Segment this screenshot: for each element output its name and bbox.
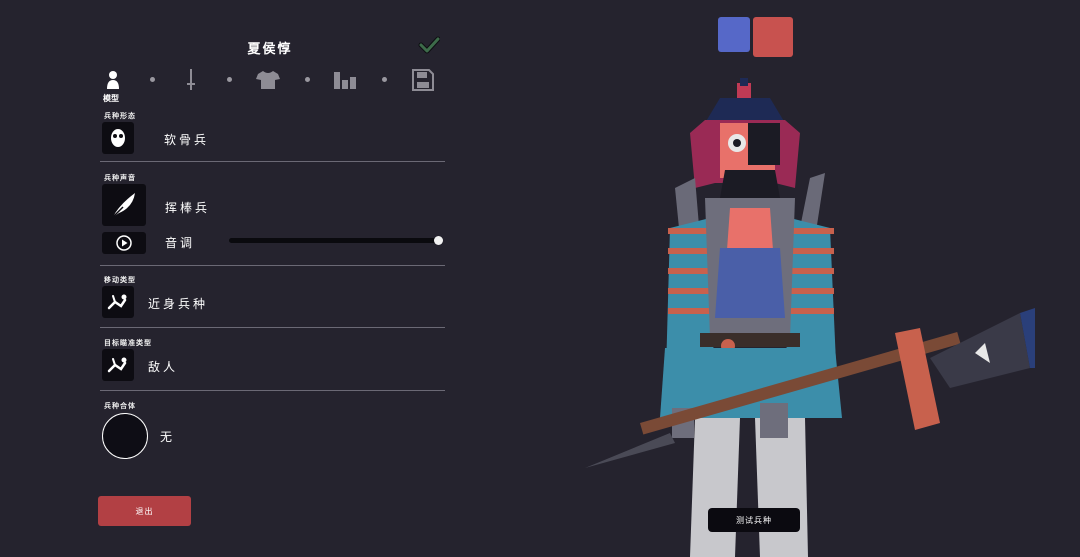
editor-tabs [100, 66, 445, 106]
pitch-slider-handle[interactable] [434, 236, 443, 245]
voice-value: 挥棒兵 [165, 201, 211, 215]
form-selector[interactable] [102, 122, 134, 154]
tab-save[interactable] [408, 66, 438, 94]
tab-separator [305, 77, 310, 82]
tab-model[interactable] [98, 66, 128, 94]
play-voice-button[interactable] [102, 232, 146, 254]
exit-button[interactable]: 退出 [98, 496, 191, 526]
tab-separator [382, 77, 387, 82]
form-section-label: 兵种形态 [104, 112, 136, 120]
ghost-face-icon [111, 129, 125, 147]
combine-value: 无 [160, 430, 176, 444]
shirt-icon [256, 71, 280, 89]
movement-section-label: 移动类型 [104, 276, 136, 284]
section-divider [100, 265, 445, 266]
movement-selector[interactable] [102, 286, 134, 318]
combine-section-label: 兵种合体 [104, 402, 136, 410]
tab-stats[interactable] [330, 66, 360, 94]
movement-value: 近身兵种 [148, 297, 209, 311]
tab-separator [227, 77, 232, 82]
unit-name-title: 夏侯惇 [247, 42, 293, 57]
targeting-selector[interactable] [102, 349, 134, 381]
team-blue-swatch[interactable] [718, 17, 750, 52]
save-icon [412, 69, 434, 91]
targeting-section-label: 目标瞄准类型 [104, 339, 152, 347]
figure-icon [107, 357, 127, 373]
tab-separator [150, 77, 155, 82]
confirm-check-icon[interactable] [418, 34, 441, 56]
figure-icon [107, 294, 127, 310]
form-value: 软骨兵 [164, 133, 210, 147]
voice-section-label: 兵种声音 [104, 174, 136, 182]
pitch-slider[interactable] [229, 238, 440, 243]
section-divider [100, 390, 445, 391]
unit-preview [585, 78, 1035, 557]
tab-clothing[interactable] [253, 66, 283, 94]
tab-model-label: 模型 [103, 94, 119, 103]
tab-weapon[interactable] [176, 66, 206, 94]
section-divider [100, 327, 445, 328]
play-icon [116, 235, 132, 251]
person-icon [107, 71, 119, 89]
team-red-swatch[interactable] [753, 17, 793, 57]
sword-icon [187, 69, 195, 90]
test-unit-button[interactable]: 测试兵种 [708, 508, 800, 532]
bar-chart-icon [334, 72, 356, 89]
feather-icon [112, 193, 135, 218]
targeting-value: 敌人 [148, 360, 179, 374]
pitch-label: 音调 [165, 236, 196, 250]
section-divider [100, 161, 445, 162]
combine-selector[interactable] [102, 413, 148, 459]
voice-selector[interactable] [102, 184, 146, 226]
